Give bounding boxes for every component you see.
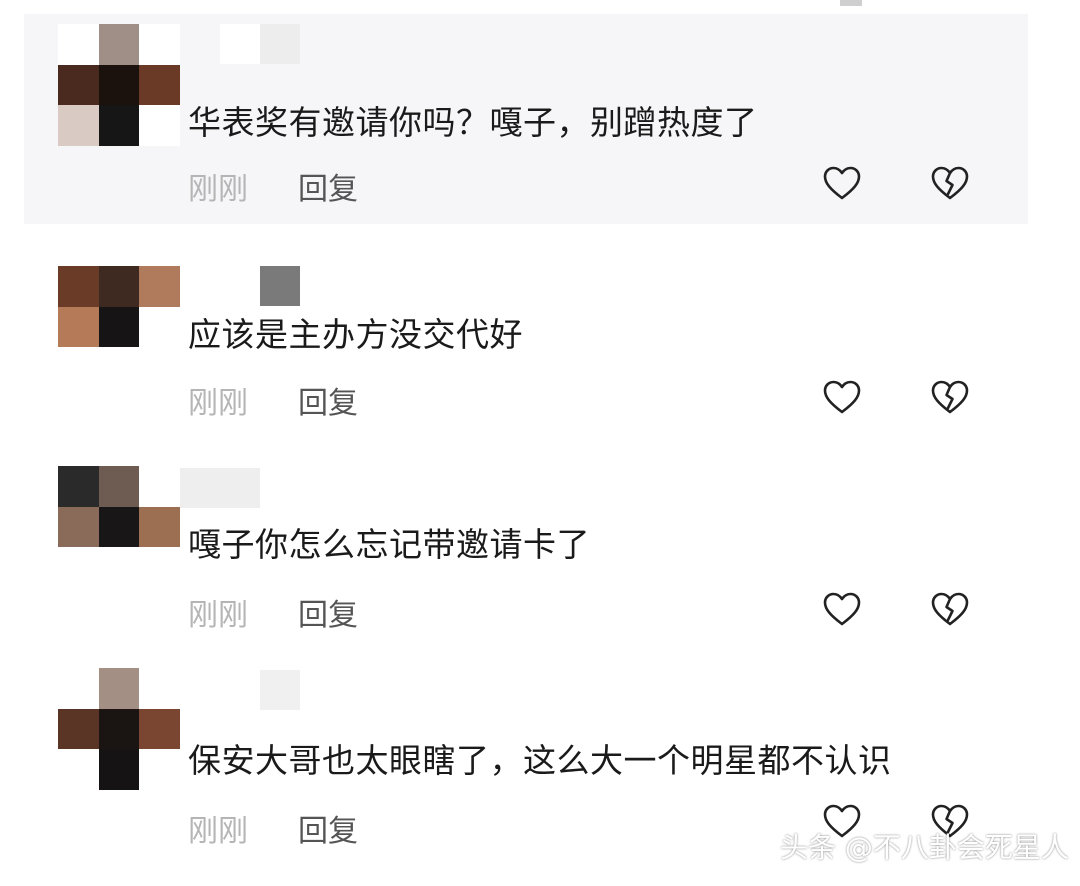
- avatar-pixel: [58, 306, 99, 348]
- avatar-pixel: [98, 506, 140, 548]
- avatar-pixel: [139, 547, 180, 588]
- avatar-pixel: [98, 708, 140, 750]
- avatar-pixel: [58, 506, 99, 548]
- avatar-pixel: [58, 708, 99, 750]
- avatar-pixel: [58, 24, 99, 65]
- avatar[interactable]: [58, 266, 180, 388]
- avatar-pixel: [58, 105, 99, 146]
- avatar-pixel: [58, 749, 99, 790]
- username[interactable]: [220, 266, 300, 306]
- heart-icon[interactable]: [822, 378, 862, 418]
- avatar-pixel: [58, 266, 99, 307]
- username-pixel: [220, 266, 260, 306]
- comment-text: 应该是主办方没交代好: [188, 315, 523, 354]
- avatar-pixel: [98, 266, 140, 307]
- reply-button[interactable]: 回复: [298, 590, 358, 634]
- heart-icon[interactable]: [822, 164, 862, 204]
- username-pixel: [260, 266, 300, 306]
- username-pixel: [260, 670, 300, 710]
- comment-meta: 刚刚 回复: [188, 806, 358, 850]
- comment-text: 华表奖有邀请你吗？嘎子，别蹭热度了: [188, 103, 758, 142]
- broken-heart-icon[interactable]: [930, 378, 970, 418]
- top-fragment: [840, 0, 862, 6]
- avatar-pixel: [139, 708, 180, 750]
- avatar-pixel: [139, 466, 180, 507]
- avatar[interactable]: [58, 24, 180, 146]
- comment-time: 刚刚: [188, 172, 248, 207]
- comment-text: 嘎子你怎么忘记带邀请卡了: [188, 525, 590, 564]
- username-pixel: [220, 24, 260, 64]
- broken-heart-icon[interactable]: [930, 164, 970, 204]
- username[interactable]: [220, 24, 300, 64]
- avatar-pixel: [139, 24, 180, 65]
- avatar-pixel: [139, 506, 180, 548]
- avatar-pixel: [98, 347, 140, 388]
- avatar-pixel: [139, 266, 180, 307]
- avatar-pixel: [98, 749, 140, 790]
- avatar-pixel: [98, 466, 140, 507]
- avatar-pixel: [139, 749, 180, 790]
- reply-button[interactable]: 回复: [298, 378, 358, 422]
- avatar-pixel: [58, 668, 99, 709]
- username-pixel: [260, 24, 300, 64]
- username-pixel: [220, 468, 260, 508]
- comment-time: 刚刚: [188, 814, 248, 849]
- avatar-pixel: [139, 668, 180, 709]
- avatar-pixel: [139, 105, 180, 146]
- reply-button[interactable]: 回复: [298, 806, 358, 850]
- avatar-pixel: [98, 306, 140, 348]
- comment-time: 刚刚: [188, 386, 248, 421]
- comment-meta: 刚刚 回复: [188, 590, 358, 634]
- reply-button[interactable]: 回复: [298, 164, 358, 208]
- username-pixel: [180, 468, 220, 508]
- comment-meta: 刚刚 回复: [188, 378, 358, 422]
- avatar-pixel: [98, 64, 140, 106]
- avatar-pixel: [58, 64, 99, 106]
- watermark: 头条 @不八卦会死星人: [780, 831, 1069, 864]
- avatar[interactable]: [58, 668, 180, 790]
- username[interactable]: [180, 468, 260, 508]
- avatar-pixel: [139, 347, 180, 388]
- avatar[interactable]: [58, 466, 180, 588]
- comment-text: 保安大哥也太眼瞎了，这么大一个明星都不认识: [188, 741, 892, 780]
- comment-time: 刚刚: [188, 598, 248, 633]
- avatar-pixel: [139, 64, 180, 106]
- avatar-pixel: [98, 547, 140, 588]
- avatar-pixel: [98, 668, 140, 709]
- heart-icon[interactable]: [822, 590, 862, 630]
- avatar-pixel: [98, 105, 140, 146]
- avatar-pixel: [58, 347, 99, 388]
- broken-heart-icon[interactable]: [930, 590, 970, 630]
- username[interactable]: [220, 670, 300, 710]
- avatar-pixel: [98, 24, 140, 65]
- avatar-pixel: [58, 547, 99, 588]
- avatar-pixel: [58, 466, 99, 507]
- comment-meta: 刚刚 回复: [188, 164, 358, 208]
- avatar-pixel: [139, 306, 180, 348]
- username-pixel: [220, 670, 260, 710]
